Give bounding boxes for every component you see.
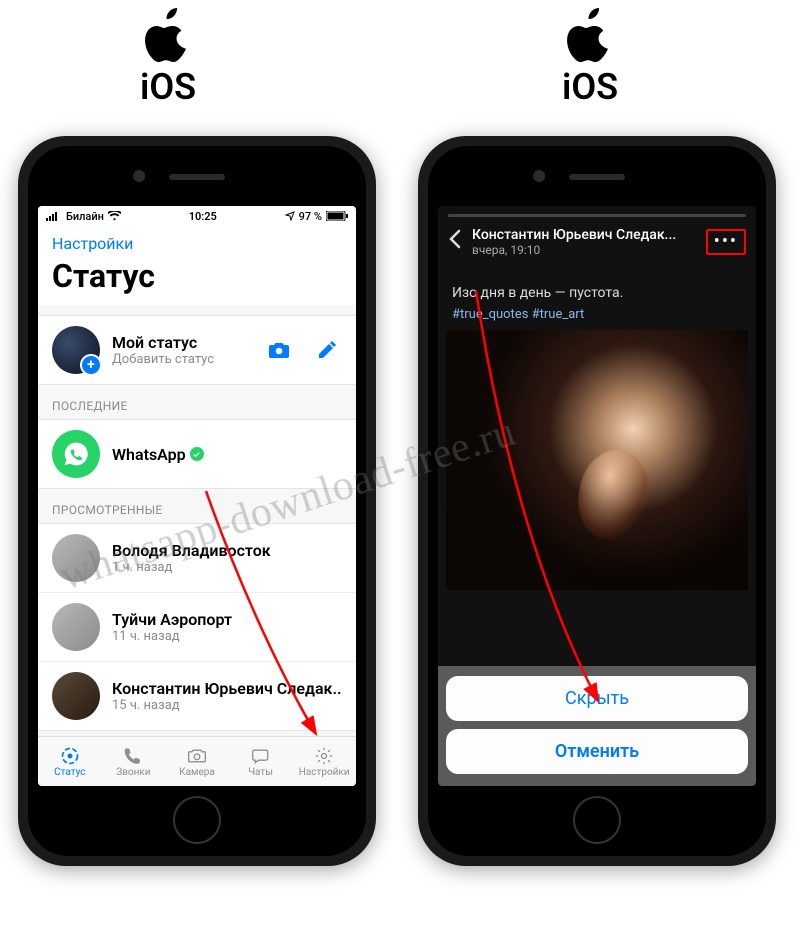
story-tags: #true_quotes #true_art: [438, 307, 756, 330]
my-status-row[interactable]: Мой статус Добавить статус: [38, 316, 356, 384]
pencil-icon: [317, 340, 337, 360]
whatsapp-icon: [62, 440, 90, 468]
status-tab-icon: [58, 746, 82, 766]
nav-back-settings[interactable]: Настройки: [38, 226, 356, 255]
tab-status[interactable]: Статус: [38, 737, 102, 786]
gear-icon: [312, 746, 336, 766]
ios-label-right: iOS: [562, 8, 618, 108]
screen-status-viewer: Константин Юрьевич Следак... вчера, 19:1…: [438, 206, 756, 786]
section-recent: ПОСЛЕДНИЕ: [38, 385, 356, 419]
status-time: 11 ч. назад: [112, 629, 342, 644]
more-options-button[interactable]: •••: [706, 229, 746, 255]
status-bar: Билайн 10:25 97 %: [38, 206, 356, 226]
tab-calls[interactable]: Звонки: [102, 737, 166, 786]
my-status-title: Мой статус: [112, 333, 252, 352]
chats-icon: [249, 746, 273, 766]
chevron-left-icon: [448, 229, 462, 249]
tab-settings[interactable]: Настройки: [292, 737, 356, 786]
story-time: вчера, 19:10: [472, 243, 696, 257]
camera-tab-icon: [185, 746, 209, 766]
ellipsis-icon: •••: [714, 231, 738, 252]
story-caption: Изо дня в день — пустота.: [438, 263, 756, 307]
action-sheet: Скрыть Отменить: [438, 666, 756, 786]
camera-status-button[interactable]: [264, 335, 294, 365]
phone-right: Константин Юрьевич Следак... вчера, 19:1…: [418, 136, 776, 866]
back-button[interactable]: [448, 229, 462, 255]
battery-icon: [326, 211, 348, 221]
wifi-icon: [108, 211, 121, 221]
ios-label-left: iOS: [140, 8, 196, 108]
phone-icon: [121, 746, 145, 766]
status-name: WhatsApp: [112, 445, 186, 464]
whatsapp-avatar: [52, 430, 100, 478]
contact-avatar: [52, 603, 100, 651]
signal-icon: [46, 211, 62, 221]
home-button[interactable]: [173, 796, 221, 844]
clock-label: 10:25: [189, 210, 217, 223]
page-title: Статус: [38, 255, 356, 305]
apple-icon: [142, 8, 194, 64]
status-time: 15 ч. назад: [112, 698, 342, 713]
my-status-avatar: [52, 326, 100, 374]
apple-icon: [564, 8, 616, 64]
status-name: Туйчи Аэропорт: [112, 610, 342, 629]
location-icon: [285, 211, 295, 221]
contact-avatar: [52, 672, 100, 720]
camera-icon: [268, 340, 290, 360]
home-button[interactable]: [573, 796, 621, 844]
story-author: Константин Юрьевич Следак...: [472, 227, 696, 243]
verified-icon: [190, 447, 204, 461]
carrier-label: Билайн: [66, 210, 104, 223]
status-name: Константин Юрьевич Следак...: [112, 679, 342, 698]
hide-button[interactable]: Скрыть: [446, 676, 748, 721]
status-row[interactable]: Туйчи Аэропорт 11 ч. назад: [38, 592, 356, 661]
battery-label: 97 %: [299, 210, 322, 223]
cancel-button[interactable]: Отменить: [446, 729, 748, 774]
tab-bar: Статус Звонки Камера Чаты Настройки: [38, 736, 356, 786]
tab-camera[interactable]: Камера: [165, 737, 229, 786]
my-status-subtitle: Добавить статус: [112, 352, 252, 367]
status-row[interactable]: Константин Юрьевич Следак... 15 ч. назад: [38, 661, 356, 730]
edit-status-button[interactable]: [312, 335, 342, 365]
tab-chats[interactable]: Чаты: [229, 737, 293, 786]
